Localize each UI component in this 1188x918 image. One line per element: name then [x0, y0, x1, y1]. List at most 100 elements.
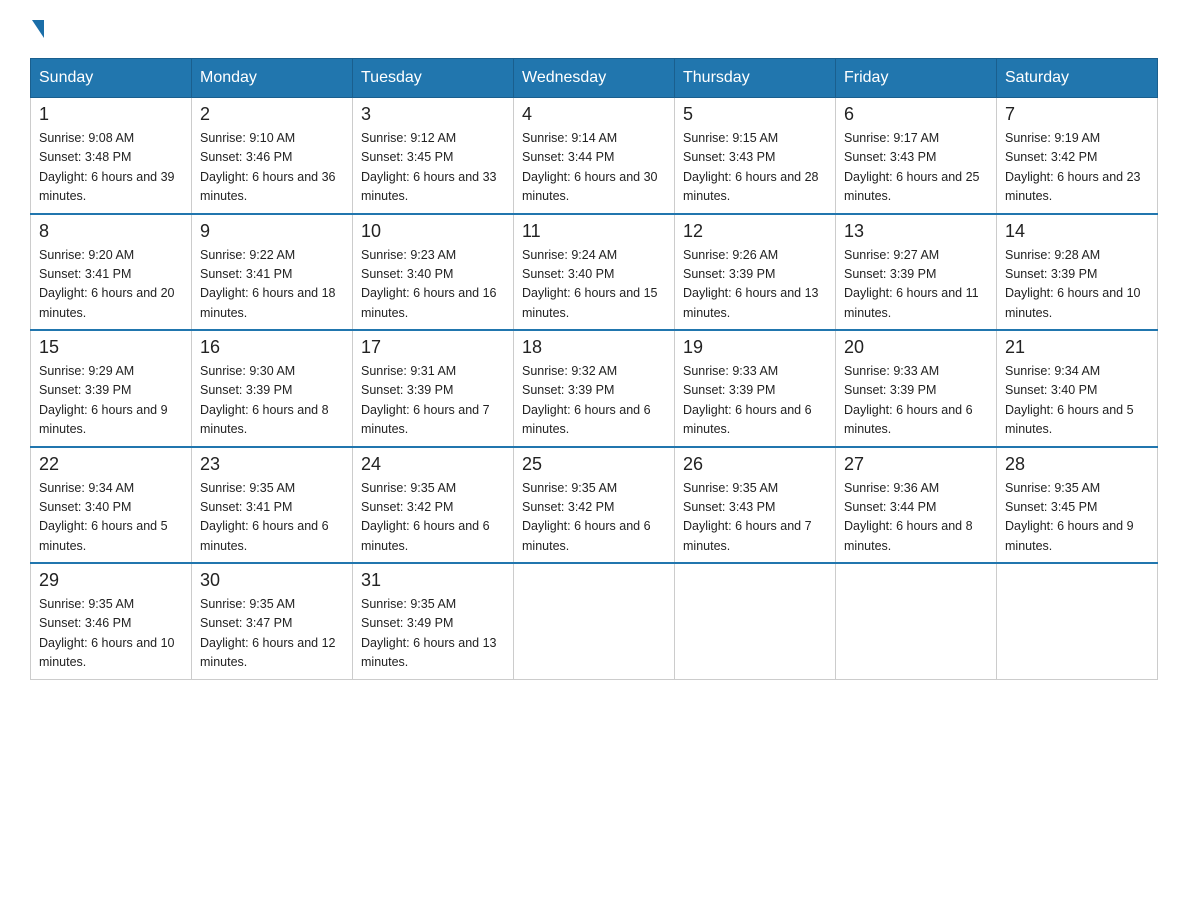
day-number: 21	[1005, 337, 1149, 358]
day-info: Sunrise: 9:33 AMSunset: 3:39 PMDaylight:…	[844, 364, 973, 436]
day-number: 14	[1005, 221, 1149, 242]
day-info: Sunrise: 9:34 AMSunset: 3:40 PMDaylight:…	[1005, 364, 1134, 436]
calendar-cell	[675, 563, 836, 679]
day-info: Sunrise: 9:30 AMSunset: 3:39 PMDaylight:…	[200, 364, 329, 436]
calendar-cell: 21 Sunrise: 9:34 AMSunset: 3:40 PMDaylig…	[997, 330, 1158, 447]
day-info: Sunrise: 9:27 AMSunset: 3:39 PMDaylight:…	[844, 248, 979, 320]
day-info: Sunrise: 9:10 AMSunset: 3:46 PMDaylight:…	[200, 131, 336, 203]
calendar-cell: 20 Sunrise: 9:33 AMSunset: 3:39 PMDaylig…	[836, 330, 997, 447]
calendar-cell: 29 Sunrise: 9:35 AMSunset: 3:46 PMDaylig…	[31, 563, 192, 679]
day-info: Sunrise: 9:35 AMSunset: 3:46 PMDaylight:…	[39, 597, 175, 669]
calendar-cell: 7 Sunrise: 9:19 AMSunset: 3:42 PMDayligh…	[997, 98, 1158, 214]
day-info: Sunrise: 9:35 AMSunset: 3:47 PMDaylight:…	[200, 597, 336, 669]
day-info: Sunrise: 9:35 AMSunset: 3:42 PMDaylight:…	[361, 481, 490, 553]
day-number: 5	[683, 104, 827, 125]
day-number: 4	[522, 104, 666, 125]
weekday-header-tuesday: Tuesday	[353, 59, 514, 98]
calendar-cell: 8 Sunrise: 9:20 AMSunset: 3:41 PMDayligh…	[31, 214, 192, 331]
day-info: Sunrise: 9:35 AMSunset: 3:45 PMDaylight:…	[1005, 481, 1134, 553]
calendar-cell: 23 Sunrise: 9:35 AMSunset: 3:41 PMDaylig…	[192, 447, 353, 564]
day-number: 15	[39, 337, 183, 358]
day-number: 2	[200, 104, 344, 125]
calendar-cell: 14 Sunrise: 9:28 AMSunset: 3:39 PMDaylig…	[997, 214, 1158, 331]
day-info: Sunrise: 9:33 AMSunset: 3:39 PMDaylight:…	[683, 364, 812, 436]
calendar-table: SundayMondayTuesdayWednesdayThursdayFrid…	[30, 58, 1158, 680]
day-info: Sunrise: 9:24 AMSunset: 3:40 PMDaylight:…	[522, 248, 658, 320]
calendar-cell: 5 Sunrise: 9:15 AMSunset: 3:43 PMDayligh…	[675, 98, 836, 214]
calendar-cell: 4 Sunrise: 9:14 AMSunset: 3:44 PMDayligh…	[514, 98, 675, 214]
calendar-cell: 26 Sunrise: 9:35 AMSunset: 3:43 PMDaylig…	[675, 447, 836, 564]
day-number: 29	[39, 570, 183, 591]
day-number: 8	[39, 221, 183, 242]
day-info: Sunrise: 9:35 AMSunset: 3:43 PMDaylight:…	[683, 481, 812, 553]
day-info: Sunrise: 9:17 AMSunset: 3:43 PMDaylight:…	[844, 131, 980, 203]
day-info: Sunrise: 9:35 AMSunset: 3:42 PMDaylight:…	[522, 481, 651, 553]
calendar-cell: 24 Sunrise: 9:35 AMSunset: 3:42 PMDaylig…	[353, 447, 514, 564]
calendar-cell: 15 Sunrise: 9:29 AMSunset: 3:39 PMDaylig…	[31, 330, 192, 447]
day-number: 3	[361, 104, 505, 125]
calendar-cell: 3 Sunrise: 9:12 AMSunset: 3:45 PMDayligh…	[353, 98, 514, 214]
calendar-cell: 17 Sunrise: 9:31 AMSunset: 3:39 PMDaylig…	[353, 330, 514, 447]
calendar-cell	[514, 563, 675, 679]
weekday-header-friday: Friday	[836, 59, 997, 98]
calendar-cell: 22 Sunrise: 9:34 AMSunset: 3:40 PMDaylig…	[31, 447, 192, 564]
day-number: 13	[844, 221, 988, 242]
day-info: Sunrise: 9:31 AMSunset: 3:39 PMDaylight:…	[361, 364, 490, 436]
logo	[30, 20, 46, 38]
day-number: 31	[361, 570, 505, 591]
day-info: Sunrise: 9:28 AMSunset: 3:39 PMDaylight:…	[1005, 248, 1141, 320]
day-number: 7	[1005, 104, 1149, 125]
weekday-header-sunday: Sunday	[31, 59, 192, 98]
day-info: Sunrise: 9:08 AMSunset: 3:48 PMDaylight:…	[39, 131, 175, 203]
day-info: Sunrise: 9:20 AMSunset: 3:41 PMDaylight:…	[39, 248, 175, 320]
calendar-cell: 18 Sunrise: 9:32 AMSunset: 3:39 PMDaylig…	[514, 330, 675, 447]
weekday-header-thursday: Thursday	[675, 59, 836, 98]
weekday-header-monday: Monday	[192, 59, 353, 98]
day-number: 25	[522, 454, 666, 475]
calendar-cell: 2 Sunrise: 9:10 AMSunset: 3:46 PMDayligh…	[192, 98, 353, 214]
day-info: Sunrise: 9:15 AMSunset: 3:43 PMDaylight:…	[683, 131, 819, 203]
logo-arrow-icon	[32, 20, 44, 38]
page-header	[30, 20, 1158, 38]
day-number: 28	[1005, 454, 1149, 475]
calendar-cell: 10 Sunrise: 9:23 AMSunset: 3:40 PMDaylig…	[353, 214, 514, 331]
day-info: Sunrise: 9:22 AMSunset: 3:41 PMDaylight:…	[200, 248, 336, 320]
day-number: 30	[200, 570, 344, 591]
day-number: 19	[683, 337, 827, 358]
day-info: Sunrise: 9:19 AMSunset: 3:42 PMDaylight:…	[1005, 131, 1141, 203]
day-info: Sunrise: 9:14 AMSunset: 3:44 PMDaylight:…	[522, 131, 658, 203]
day-number: 9	[200, 221, 344, 242]
calendar-cell: 11 Sunrise: 9:24 AMSunset: 3:40 PMDaylig…	[514, 214, 675, 331]
day-info: Sunrise: 9:35 AMSunset: 3:49 PMDaylight:…	[361, 597, 497, 669]
day-number: 24	[361, 454, 505, 475]
calendar-week-row: 29 Sunrise: 9:35 AMSunset: 3:46 PMDaylig…	[31, 563, 1158, 679]
calendar-week-row: 22 Sunrise: 9:34 AMSunset: 3:40 PMDaylig…	[31, 447, 1158, 564]
day-info: Sunrise: 9:34 AMSunset: 3:40 PMDaylight:…	[39, 481, 168, 553]
day-number: 22	[39, 454, 183, 475]
day-number: 16	[200, 337, 344, 358]
day-number: 12	[683, 221, 827, 242]
calendar-cell	[836, 563, 997, 679]
calendar-week-row: 8 Sunrise: 9:20 AMSunset: 3:41 PMDayligh…	[31, 214, 1158, 331]
day-number: 20	[844, 337, 988, 358]
day-info: Sunrise: 9:12 AMSunset: 3:45 PMDaylight:…	[361, 131, 497, 203]
day-info: Sunrise: 9:35 AMSunset: 3:41 PMDaylight:…	[200, 481, 329, 553]
calendar-cell: 30 Sunrise: 9:35 AMSunset: 3:47 PMDaylig…	[192, 563, 353, 679]
calendar-cell: 27 Sunrise: 9:36 AMSunset: 3:44 PMDaylig…	[836, 447, 997, 564]
weekday-header-saturday: Saturday	[997, 59, 1158, 98]
calendar-cell: 9 Sunrise: 9:22 AMSunset: 3:41 PMDayligh…	[192, 214, 353, 331]
day-number: 23	[200, 454, 344, 475]
day-number: 18	[522, 337, 666, 358]
calendar-cell: 25 Sunrise: 9:35 AMSunset: 3:42 PMDaylig…	[514, 447, 675, 564]
weekday-header-row: SundayMondayTuesdayWednesdayThursdayFrid…	[31, 59, 1158, 98]
calendar-cell: 28 Sunrise: 9:35 AMSunset: 3:45 PMDaylig…	[997, 447, 1158, 564]
day-info: Sunrise: 9:32 AMSunset: 3:39 PMDaylight:…	[522, 364, 651, 436]
calendar-cell: 16 Sunrise: 9:30 AMSunset: 3:39 PMDaylig…	[192, 330, 353, 447]
calendar-week-row: 1 Sunrise: 9:08 AMSunset: 3:48 PMDayligh…	[31, 98, 1158, 214]
day-number: 1	[39, 104, 183, 125]
calendar-week-row: 15 Sunrise: 9:29 AMSunset: 3:39 PMDaylig…	[31, 330, 1158, 447]
calendar-cell	[997, 563, 1158, 679]
calendar-cell: 1 Sunrise: 9:08 AMSunset: 3:48 PMDayligh…	[31, 98, 192, 214]
day-number: 17	[361, 337, 505, 358]
day-info: Sunrise: 9:23 AMSunset: 3:40 PMDaylight:…	[361, 248, 497, 320]
